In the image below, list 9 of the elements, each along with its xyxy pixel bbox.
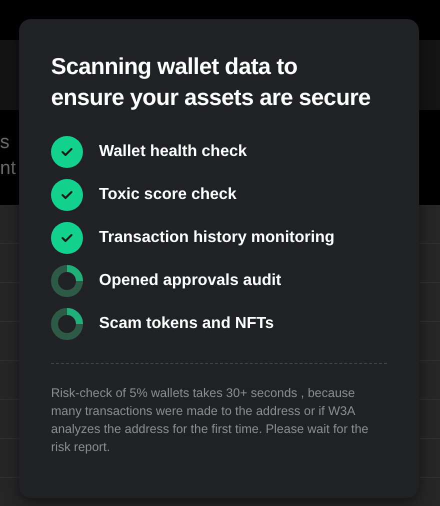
background-text: nt bbox=[0, 157, 16, 181]
info-note: Risk-check of 5% wallets takes 30+ seconds , because many transactions were made to the address or if W3A analyzes the address for the first time. Please wait for the risk report. bbox=[51, 385, 370, 456]
check-label: Transaction history monitoring bbox=[99, 229, 335, 247]
check-label: Scam tokens and NFTs bbox=[99, 315, 274, 333]
check-label: Toxic score check bbox=[99, 186, 237, 204]
check-label: Wallet health check bbox=[99, 143, 247, 161]
dialog-title: Scanning wallet data to ensure your assets are secure bbox=[51, 52, 371, 112]
background-text: s bbox=[0, 131, 10, 155]
check-label: Opened approvals audit bbox=[99, 272, 282, 290]
